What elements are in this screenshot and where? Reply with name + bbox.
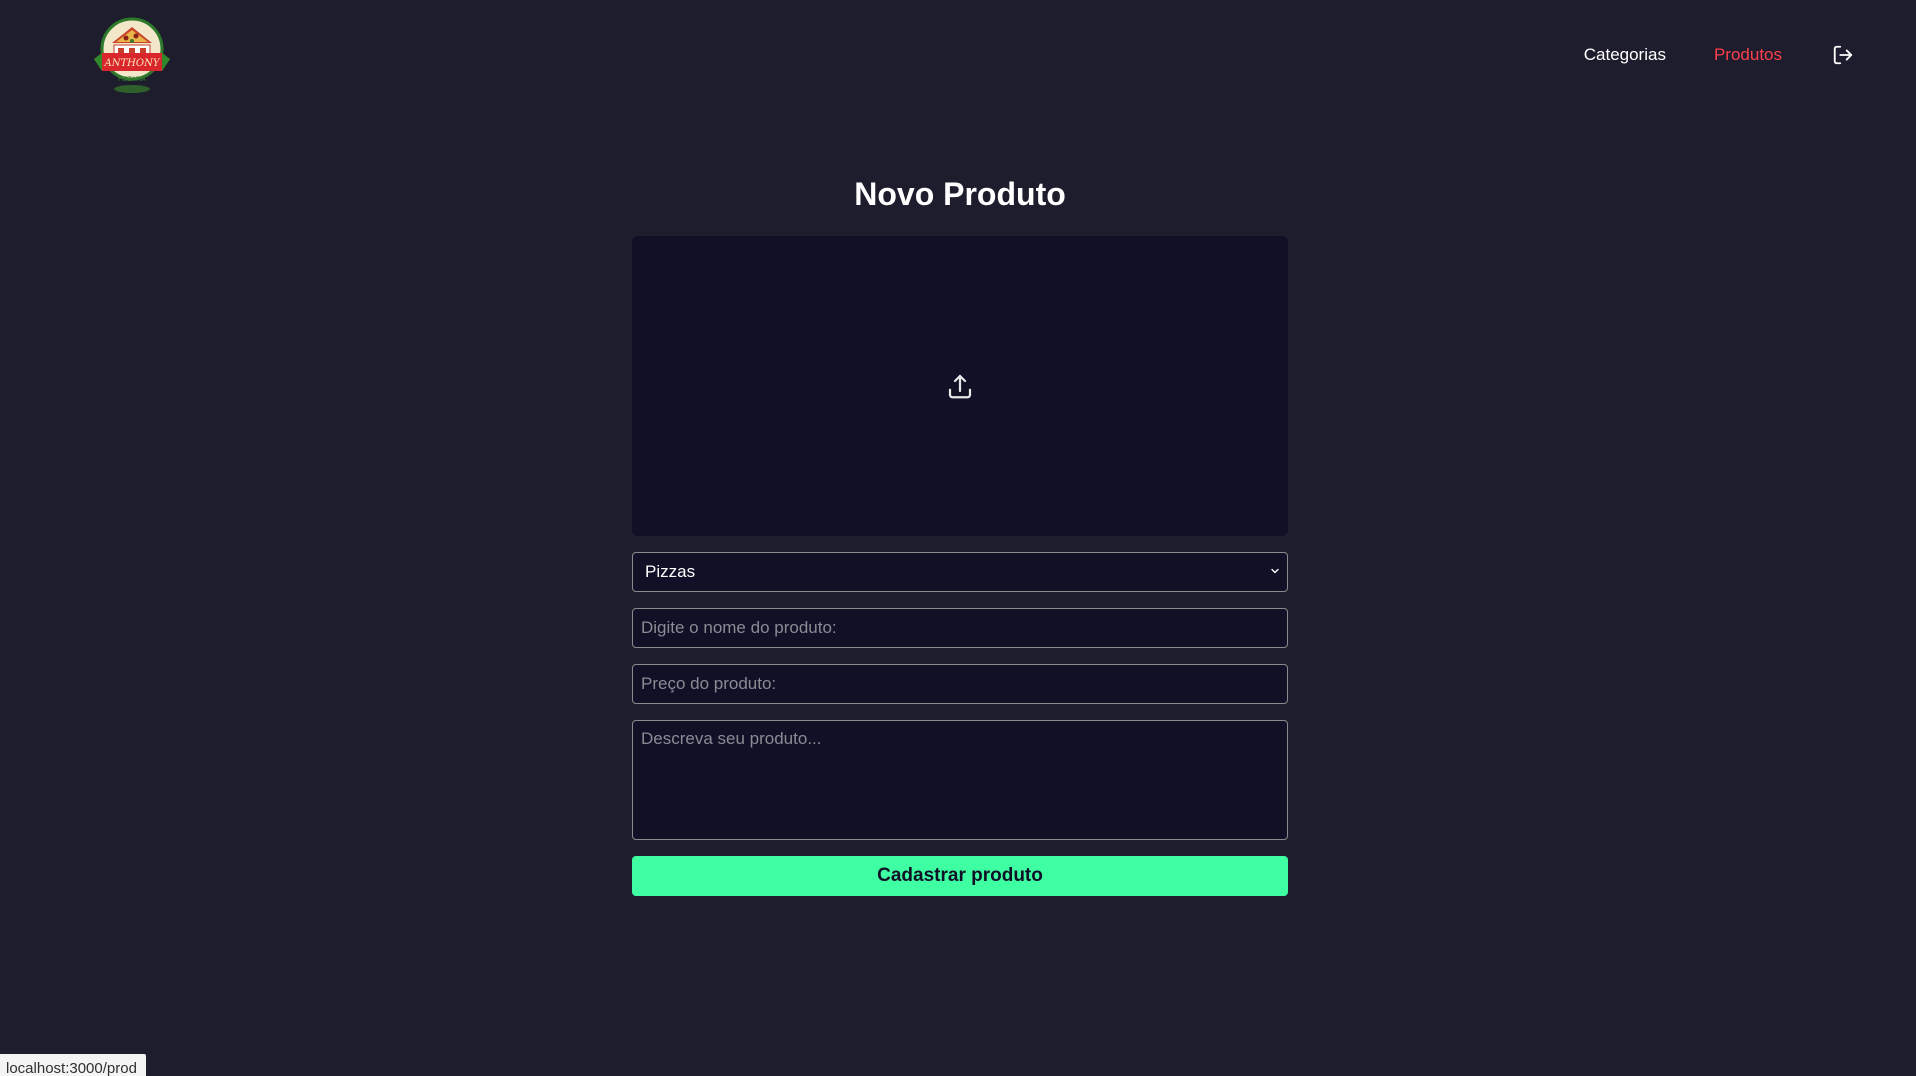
page: ANTHONY PIZZARIA Categorias Produtos Nov… bbox=[0, 0, 1916, 1076]
logo-subtext: PIZZARIA bbox=[118, 76, 147, 83]
chevron-down-icon bbox=[1271, 568, 1279, 574]
header: ANTHONY PIZZARIA Categorias Produtos bbox=[0, 0, 1916, 110]
image-upload-area[interactable] bbox=[632, 236, 1288, 536]
category-select-value: Pizzas bbox=[645, 562, 696, 581]
product-description-input[interactable] bbox=[632, 720, 1288, 840]
category-select-wrapper: Pizzas bbox=[632, 552, 1288, 592]
main-nav: Categorias Produtos bbox=[1584, 42, 1856, 68]
product-price-input[interactable] bbox=[632, 664, 1288, 704]
upload-icon bbox=[948, 374, 972, 399]
logout-button[interactable] bbox=[1830, 42, 1856, 68]
submit-product-button[interactable]: Cadastrar produto bbox=[632, 856, 1288, 896]
nav-categorias-link[interactable]: Categorias bbox=[1584, 45, 1666, 65]
logout-icon bbox=[1833, 45, 1853, 65]
logo-text: ANTHONY bbox=[104, 58, 161, 69]
status-bar-url: localhost:3000/prod bbox=[0, 1054, 146, 1076]
category-select[interactable]: Pizzas bbox=[632, 552, 1288, 592]
new-product-form: Novo Produto Pizzas Cadastrar produto bbox=[632, 170, 1288, 896]
nav-produtos-link[interactable]: Produtos bbox=[1714, 45, 1782, 65]
page-title: Novo Produto bbox=[854, 176, 1066, 212]
pizzeria-logo: ANTHONY PIZZARIA bbox=[94, 17, 170, 93]
logo-link[interactable]: ANTHONY PIZZARIA bbox=[94, 15, 170, 95]
product-name-input[interactable] bbox=[632, 608, 1288, 648]
